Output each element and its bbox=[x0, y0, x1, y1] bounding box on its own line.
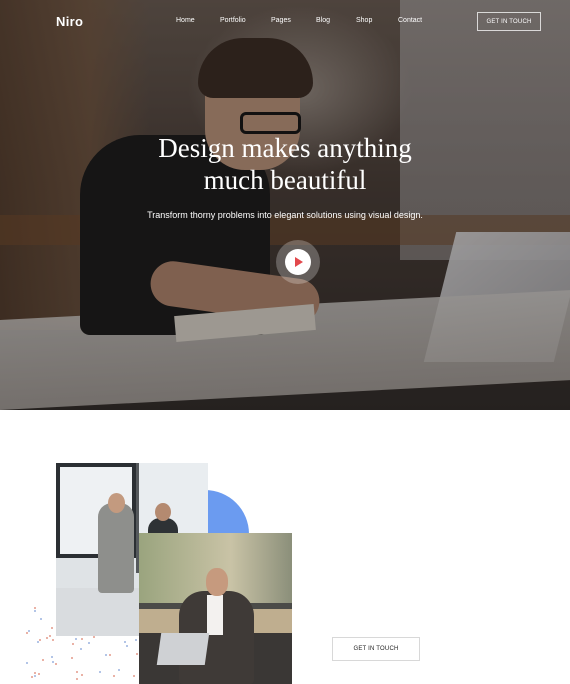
nav-link-pages[interactable]: Pages bbox=[271, 17, 291, 24]
decorative-dot bbox=[126, 645, 129, 648]
decorative-dot bbox=[80, 673, 83, 676]
decorative-dot bbox=[34, 610, 37, 613]
decorative-dot bbox=[25, 632, 28, 635]
decorative-dot bbox=[71, 642, 74, 645]
decorative-dot bbox=[135, 638, 138, 641]
photo1-person-suit bbox=[98, 503, 134, 593]
photo1-person-second-head bbox=[155, 503, 171, 521]
hero-title-line2: much beautiful bbox=[203, 165, 367, 195]
decorative-dot bbox=[25, 662, 28, 665]
decorative-dot bbox=[49, 634, 52, 637]
decorative-dot bbox=[75, 638, 78, 641]
decorative-dot bbox=[46, 636, 49, 639]
decorative-dot bbox=[80, 638, 83, 641]
hero-title-line1: Design makes anything bbox=[158, 133, 412, 163]
photo1-person-head bbox=[108, 493, 125, 513]
photo2-person-head bbox=[206, 568, 228, 596]
decorative-dot bbox=[118, 669, 121, 672]
decorative-dot bbox=[52, 638, 55, 641]
decorative-dot bbox=[50, 627, 53, 630]
decorative-dot bbox=[105, 653, 108, 656]
play-icon bbox=[295, 257, 303, 267]
decorative-dot bbox=[33, 671, 36, 674]
decorative-dot bbox=[71, 656, 74, 659]
get-in-touch-button[interactable]: GET IN TOUCH bbox=[332, 637, 420, 661]
photo2-person-shirt bbox=[207, 595, 223, 635]
decorative-dot bbox=[87, 642, 90, 645]
decorative-dot bbox=[37, 641, 40, 644]
decorative-dot bbox=[33, 675, 36, 678]
decorative-dot bbox=[108, 653, 111, 656]
nav-link-contact[interactable]: Contact bbox=[398, 17, 422, 24]
hero-subtitle: Transform thorny problems into elegant s… bbox=[147, 210, 423, 220]
decorative-dot bbox=[30, 676, 33, 679]
decorative-dot bbox=[135, 653, 138, 656]
decorative-dot bbox=[27, 629, 30, 632]
decorative-dot bbox=[34, 606, 37, 609]
nav-link-blog[interactable]: Blog bbox=[316, 17, 330, 24]
decorative-dot bbox=[51, 656, 54, 659]
nav-link-portfolio[interactable]: Portfolio bbox=[220, 17, 246, 24]
photo2-laptop bbox=[156, 633, 210, 665]
decorative-dot bbox=[113, 674, 116, 677]
decorative-dot bbox=[76, 671, 79, 674]
decorative-dot bbox=[79, 647, 82, 650]
hero-overlay bbox=[0, 0, 570, 410]
decorative-dot bbox=[55, 663, 58, 666]
hero-title: Design makes anything much beautiful bbox=[0, 132, 570, 196]
header-get-in-touch-button[interactable]: GET IN TOUCH bbox=[477, 12, 541, 31]
decorative-dot bbox=[51, 661, 54, 664]
decorative-dot bbox=[38, 673, 41, 676]
decorative-dot bbox=[124, 640, 127, 643]
decorative-dot bbox=[133, 675, 136, 678]
man-with-laptop-photo bbox=[139, 533, 292, 684]
hero-section: Niro Home Portfolio Pages Blog Shop Cont… bbox=[0, 0, 570, 410]
decorative-dot bbox=[98, 671, 101, 674]
decorative-dot bbox=[40, 617, 43, 620]
decorative-dot bbox=[42, 658, 45, 661]
video-play-button[interactable] bbox=[285, 249, 311, 275]
decorative-dot bbox=[76, 678, 79, 681]
nav-link-shop[interactable]: Shop bbox=[356, 17, 372, 24]
nav-link-home[interactable]: Home bbox=[176, 17, 195, 24]
